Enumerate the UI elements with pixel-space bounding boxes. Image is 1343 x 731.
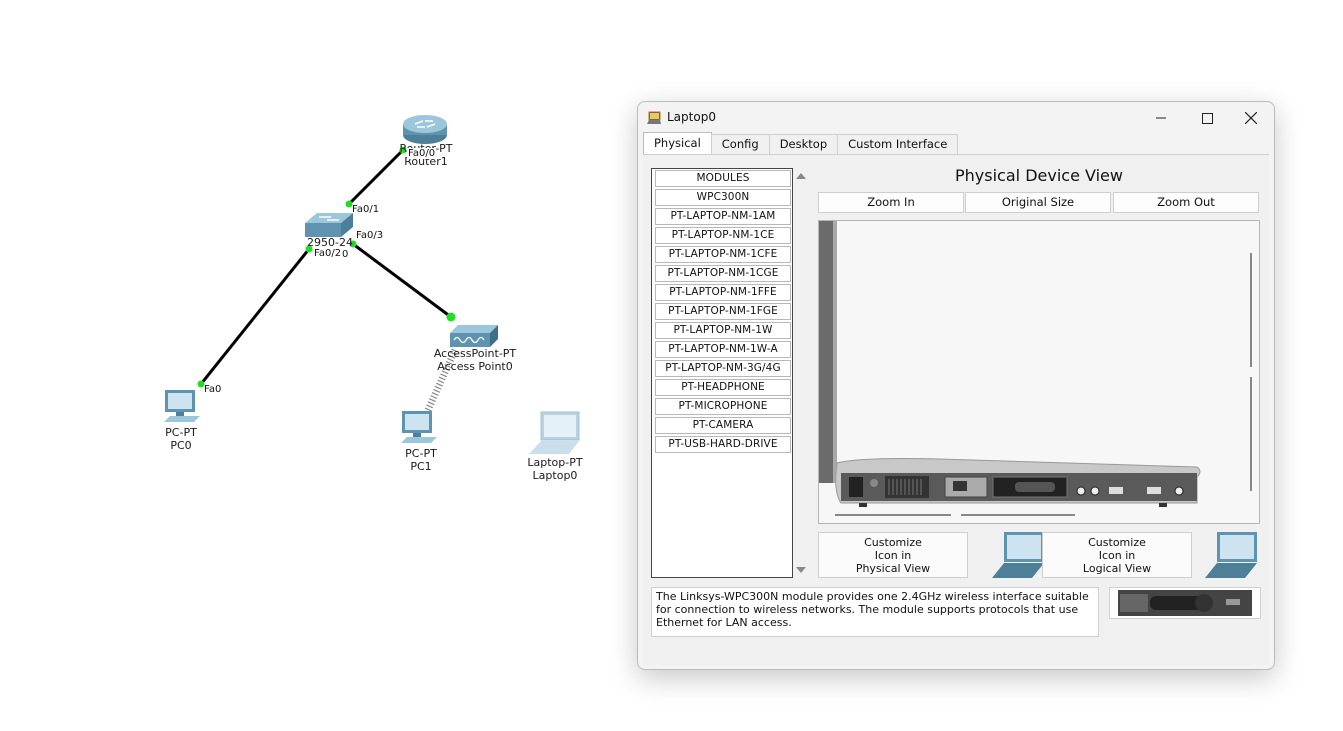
physical-device-viewport[interactable]	[818, 220, 1260, 524]
modules-header: MODULES	[655, 170, 791, 187]
module-item[interactable]: PT-USB-HARD-DRIVE	[655, 436, 791, 453]
tab-bar: Physical Config Desktop Custom Interface	[643, 132, 959, 154]
link-switch-ap[interactable]	[352, 242, 452, 319]
port-label: Fa0/0	[407, 148, 437, 159]
customize-logical-line-2: Icon in	[1098, 548, 1136, 562]
pc-icon[interactable]	[399, 409, 439, 447]
modules-scrollbar[interactable]	[793, 168, 809, 578]
module-item[interactable]: PT-LAPTOP-NM-3G/4G	[655, 360, 791, 377]
topology-canvas[interactable]: Router-PT Router1 Fa0/0 2950-24 Fa0/1 Fa…	[0, 0, 640, 731]
customize-logical-line-1: Customize	[1088, 535, 1146, 549]
module-item[interactable]: PT-CAMERA	[655, 417, 791, 434]
zoom-out-button[interactable]: Zoom Out	[1113, 192, 1259, 213]
laptop-model-label: Laptop-PT	[527, 456, 583, 469]
module-item[interactable]: PT-MICROPHONE	[655, 398, 791, 415]
tab-custom-interface[interactable]: Custom Interface	[837, 134, 959, 154]
module-item[interactable]: PT-LAPTOP-NM-1AM	[655, 208, 791, 225]
wireless-card-image	[1118, 590, 1252, 616]
customize-physical-icon-button[interactable]: Customize Icon in Physical View	[818, 532, 968, 578]
switch-icon[interactable]	[303, 211, 355, 239]
module-item[interactable]: PT-LAPTOP-NM-1CE	[655, 227, 791, 244]
scroll-down-arrow-icon[interactable]	[796, 567, 806, 573]
module-item[interactable]: PT-LAPTOP-NM-1FFE	[655, 284, 791, 301]
tab-config[interactable]: Config	[710, 134, 770, 154]
module-item[interactable]: PT-LAPTOP-NM-1CFE	[655, 246, 791, 263]
close-button[interactable]	[1228, 102, 1274, 134]
physical-device-view-title: Physical Device View	[955, 166, 1123, 185]
module-image	[1109, 587, 1261, 619]
tab-desktop[interactable]: Desktop	[768, 134, 839, 154]
maximize-button[interactable]	[1184, 102, 1230, 134]
physical-tab-panel: MODULES WPC300N PT-LAPTOP-NM-1AM PT-LAPT…	[643, 154, 1269, 665]
laptop-icon[interactable]	[527, 410, 583, 456]
window-title: Laptop0	[667, 110, 716, 124]
module-item[interactable]: PT-LAPTOP-NM-1CGE	[655, 265, 791, 282]
laptop-logical-icon	[1205, 532, 1257, 578]
pc0-model-label: PC-PT	[165, 426, 197, 439]
module-item[interactable]: PT-LAPTOP-NM-1FGE	[655, 303, 791, 320]
module-description: The Linksys-WPC300N module provides one …	[651, 587, 1099, 637]
close-icon	[1245, 112, 1257, 124]
module-item[interactable]: PT-LAPTOP-NM-1W-A	[655, 341, 791, 358]
customize-logical-line-3: Logical View	[1082, 561, 1152, 575]
access-point-icon[interactable]	[448, 323, 500, 349]
minimize-button[interactable]	[1138, 102, 1184, 134]
link-switch-pc0[interactable]	[199, 248, 311, 385]
maximize-icon	[1201, 112, 1213, 124]
link-router-switch[interactable]	[347, 148, 405, 206]
laptop-name-label: Laptop0	[532, 469, 578, 482]
scroll-up-arrow-icon[interactable]	[796, 173, 806, 179]
pc1-model-label: PC-PT	[405, 447, 437, 460]
customize-logical-icon-button[interactable]: Customize Icon in Logical View	[1042, 532, 1192, 578]
port-label: 0	[342, 249, 349, 260]
ap-name-label: Access Point0	[437, 360, 513, 373]
port-label: Fa0/2	[313, 248, 343, 259]
minimize-icon	[1156, 117, 1166, 119]
customize-physical-line-3: Physical View	[855, 561, 931, 575]
customize-physical-line-1: Customize	[864, 535, 922, 549]
customize-physical-line-2: Icon in	[874, 548, 912, 562]
pc1-name-label: PC1	[410, 460, 432, 473]
module-item[interactable]: WPC300N	[655, 189, 791, 206]
laptop-side-view	[819, 221, 1252, 516]
pc-icon[interactable]	[162, 388, 202, 426]
device-window[interactable]: Laptop0 Physical Config Desktop Custom I…	[637, 101, 1275, 670]
port-label: Fa0/3	[356, 230, 384, 241]
pc0-name-label: PC0	[170, 439, 192, 452]
port-label: Fa0/1	[352, 204, 380, 215]
modules-list[interactable]: MODULES WPC300N PT-LAPTOP-NM-1AM PT-LAPT…	[651, 168, 793, 578]
tab-physical[interactable]: Physical	[643, 132, 712, 154]
original-size-button[interactable]: Original Size	[965, 192, 1111, 213]
port-label: Fa0	[204, 384, 222, 395]
module-item[interactable]: PT-HEADPHONE	[655, 379, 791, 396]
ap-model-label: AccessPoint-PT	[433, 347, 517, 360]
zoom-in-button[interactable]: Zoom In	[818, 192, 964, 213]
topology-links	[197, 146, 459, 412]
laptop-app-icon	[647, 111, 661, 124]
module-item[interactable]: PT-LAPTOP-NM-1W	[655, 322, 791, 339]
router-icon[interactable]	[401, 112, 449, 146]
link-light	[446, 312, 456, 322]
title-bar[interactable]: Laptop0	[638, 102, 1274, 134]
